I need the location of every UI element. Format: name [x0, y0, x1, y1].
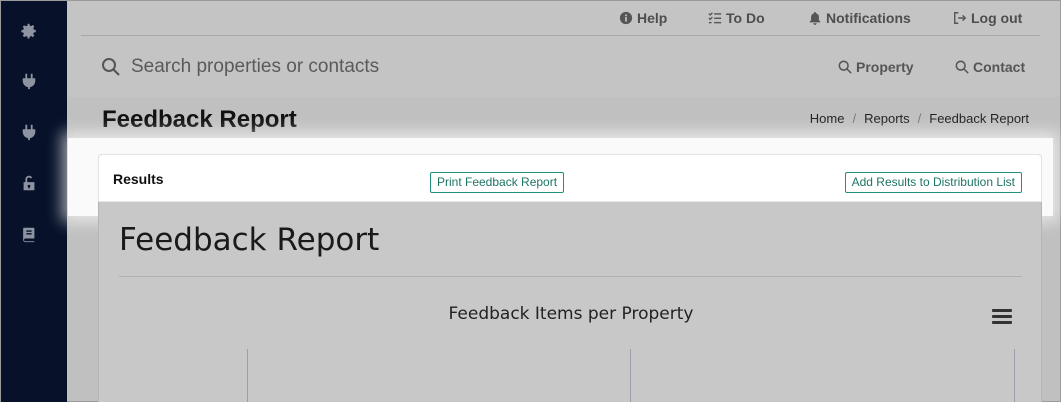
breadcrumb-home[interactable]: Home [810, 111, 845, 126]
chart-gridline [630, 349, 631, 402]
search-input[interactable] [131, 53, 631, 81]
logout-link[interactable]: Log out [953, 1, 1022, 35]
breadcrumb: Home / Reports / Feedback Report [810, 111, 1029, 126]
page-title: Feedback Report [102, 106, 297, 133]
results-title: Results [113, 171, 164, 187]
notifications-label: Notifications [826, 10, 911, 26]
results-card-header: Results Print Feedback Report Add Result… [98, 154, 1042, 202]
divider [119, 276, 1022, 277]
lock-icon[interactable] [19, 173, 39, 193]
notifications-link[interactable]: Notifications [808, 1, 911, 35]
plug-icon[interactable] [19, 71, 39, 91]
search-bar: Property Contact [81, 37, 1040, 97]
breadcrumb-separator: / [917, 111, 922, 126]
property-search-link[interactable]: Property [838, 37, 914, 97]
search-icon [838, 60, 852, 74]
gear-icon[interactable] [19, 21, 39, 41]
search-icon [102, 58, 120, 76]
chart-title: Feedback Items per Property [448, 304, 694, 324]
todo-label: To Do [726, 10, 765, 26]
hamburger-menu-icon[interactable] [992, 309, 1012, 327]
add-to-distribution-list-button[interactable]: Add Results to Distribution List [844, 172, 1022, 193]
print-feedback-report-button[interactable]: Print Feedback Report [430, 172, 565, 193]
breadcrumb-current: Feedback Report [929, 111, 1029, 126]
contact-label: Contact [973, 59, 1026, 75]
todo-link[interactable]: To Do [708, 1, 765, 35]
logout-label: Log out [971, 10, 1023, 26]
sidebar [1, 1, 67, 402]
contact-search-link[interactable]: Contact [955, 37, 1025, 97]
chart-gridline [1014, 349, 1015, 402]
chart-gridline [247, 349, 248, 402]
book-icon[interactable] [19, 224, 39, 244]
help-label: Help [637, 10, 668, 26]
breadcrumb-reports[interactable]: Reports [864, 111, 910, 126]
report-heading: Feedback Report [119, 222, 380, 258]
help-link[interactable]: Help [619, 1, 667, 35]
bell-icon [809, 11, 821, 25]
checklist-icon [708, 12, 722, 24]
search-icon [955, 60, 969, 74]
info-circle-icon [619, 11, 633, 25]
property-label: Property [856, 59, 914, 75]
sign-out-icon [954, 12, 967, 24]
breadcrumb-separator: / [852, 111, 857, 126]
plug-icon[interactable] [19, 122, 39, 142]
